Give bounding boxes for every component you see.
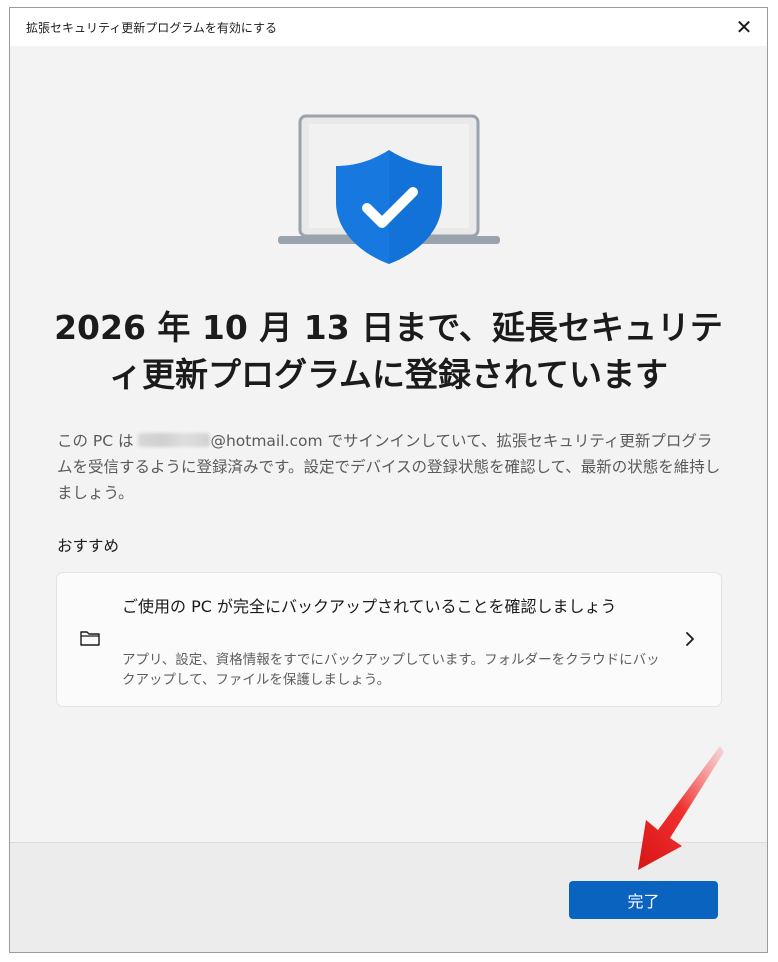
backup-recommendation-card[interactable]: ご使用の PC が完全にバックアップされていることを確認しましょう アプリ、設定… <box>56 572 722 707</box>
close-button[interactable]: ✕ <box>721 8 767 46</box>
annotation-arrow-icon <box>638 746 724 870</box>
close-icon: ✕ <box>735 15 753 39</box>
recommended-heading: おすすめ <box>57 537 120 555</box>
done-button[interactable]: 完了 <box>569 881 718 919</box>
description-email-suffix: @hotmail.com <box>210 432 323 450</box>
title-bar: 拡張セキュリティ更新プログラムを有効にする ✕ <box>10 8 767 46</box>
window-title: 拡張セキュリティ更新プログラムを有効にする <box>26 21 278 35</box>
redacted-email <box>138 433 211 447</box>
folder-icon <box>80 631 100 646</box>
page-title: 2026 年 10 月 13 日まで、延長セキュリティ更新プログラムに登録されて… <box>54 308 723 394</box>
card-title: ご使用の PC が完全にバックアップされていることを確認しましょう <box>122 597 617 616</box>
description-text: この PC は @hotmail.com でサインインしていて、拡張セキュリティ… <box>57 428 727 506</box>
dialog-content: 2026 年 10 月 13 日まで、延長セキュリティ更新プログラムに登録されて… <box>10 46 767 842</box>
description-prefix: この PC は <box>57 432 139 450</box>
laptop-shield-check-icon <box>278 114 500 264</box>
card-description: アプリ、設定、資格情報をすでにバックアップしています。フォルダーをクラウドにバッ… <box>122 652 660 688</box>
chevron-right-icon <box>686 632 694 646</box>
